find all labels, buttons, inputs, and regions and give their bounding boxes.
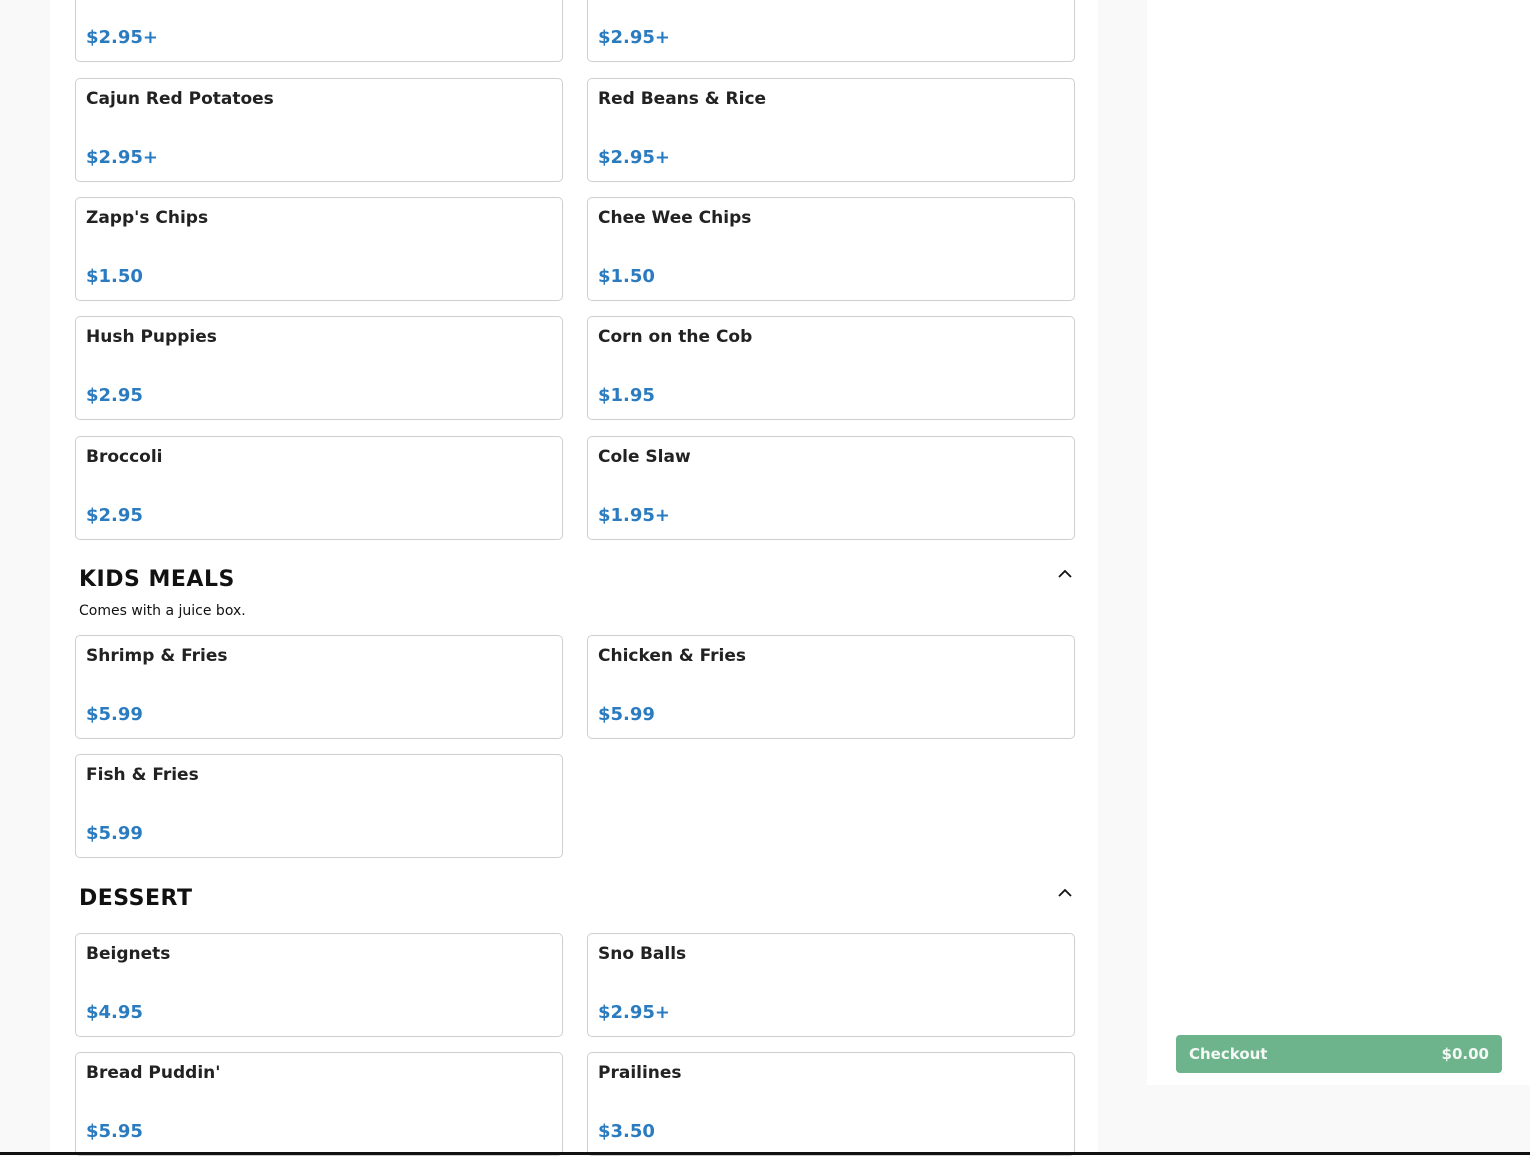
menu-item-name: Beignets [86, 944, 171, 964]
menu-item-price: $1.95 [598, 385, 655, 406]
menu-item-price: $2.95+ [598, 147, 671, 168]
menu-item-card[interactable]: Red Beans & Rice $2.95+ [587, 78, 1075, 182]
menu-item-card[interactable]: Beignets $4.95 [75, 933, 563, 1037]
menu-item-price: $5.95 [86, 1121, 143, 1142]
menu-item-name: Zapp's Chips [86, 208, 209, 228]
menu-item-card[interactable]: Bread Puddin' $5.95 [75, 1052, 563, 1156]
menu-item-name: Red Beans & Rice [598, 89, 767, 109]
menu-item-price: $2.95+ [86, 27, 159, 48]
menu-item-card[interactable]: Cole Slaw $1.95+ [587, 436, 1075, 540]
menu-item-price: $5.99 [598, 704, 655, 725]
menu-item-card[interactable]: Sno Balls $2.95+ [587, 933, 1075, 1037]
menu-item-card[interactable]: Chicken & Fries $5.99 [587, 635, 1075, 739]
menu-item-name: Corn on the Cob [598, 327, 753, 347]
menu-item-price: $2.95+ [598, 27, 671, 48]
section-title-dessert: DESSERT [79, 886, 193, 911]
menu-item-price: $5.99 [86, 704, 143, 725]
checkout-label: Checkout [1189, 1045, 1268, 1063]
chevron-up-icon[interactable] [1056, 566, 1074, 580]
menu-item-card[interactable]: Prailines $3.50 [587, 1052, 1075, 1156]
cart-sidebar [1147, 0, 1530, 1085]
menu-item-card[interactable]: $2.95+ [587, 0, 1075, 62]
menu-item-price: $2.95 [86, 505, 143, 526]
menu-item-price: $2.95+ [598, 1002, 671, 1023]
menu-item-price: $1.50 [86, 266, 143, 287]
menu-item-card[interactable]: Zapp's Chips $1.50 [75, 197, 563, 301]
checkout-total: $0.00 [1441, 1045, 1489, 1063]
menu-item-card[interactable]: Cajun Red Potatoes $2.95+ [75, 78, 563, 182]
menu-item-price: $2.95 [86, 385, 143, 406]
menu-item-name: Hush Puppies [86, 327, 217, 347]
chevron-up-icon[interactable] [1056, 885, 1074, 899]
menu-item-price: $1.50 [598, 266, 655, 287]
menu-item-name: Shrimp & Fries [86, 646, 228, 666]
menu-item-price: $1.95+ [598, 505, 671, 526]
menu-item-price: $3.50 [598, 1121, 655, 1142]
menu-item-price: $2.95+ [86, 147, 159, 168]
menu-item-card[interactable]: Corn on the Cob $1.95 [587, 316, 1075, 420]
menu-item-card[interactable]: Fish & Fries $5.99 [75, 754, 563, 858]
checkout-button[interactable]: Checkout $0.00 [1176, 1035, 1502, 1073]
menu-item-name: Cajun Red Potatoes [86, 89, 274, 109]
section-title-kids-meals: KIDS MEALS [79, 567, 235, 592]
menu-item-card[interactable]: Broccoli $2.95 [75, 436, 563, 540]
menu-item-card[interactable]: $2.95+ [75, 0, 563, 62]
menu-item-name: Fish & Fries [86, 765, 199, 785]
menu-item-name: Cole Slaw [598, 447, 691, 467]
menu-item-card[interactable]: Hush Puppies $2.95 [75, 316, 563, 420]
menu-item-name: Prailines [598, 1063, 682, 1083]
menu-item-card[interactable]: Chee Wee Chips $1.50 [587, 197, 1075, 301]
menu-item-card[interactable]: Shrimp & Fries $5.99 [75, 635, 563, 739]
menu-item-name: Chicken & Fries [598, 646, 747, 666]
menu-item-price: $5.99 [86, 823, 143, 844]
menu-item-name: Bread Puddin' [86, 1063, 221, 1083]
menu-item-name: Broccoli [86, 447, 163, 467]
menu-item-name: Sno Balls [598, 944, 687, 964]
menu-item-price: $4.95 [86, 1002, 143, 1023]
menu-item-name: Chee Wee Chips [598, 208, 752, 228]
section-description: Comes with a juice box. [79, 603, 246, 619]
